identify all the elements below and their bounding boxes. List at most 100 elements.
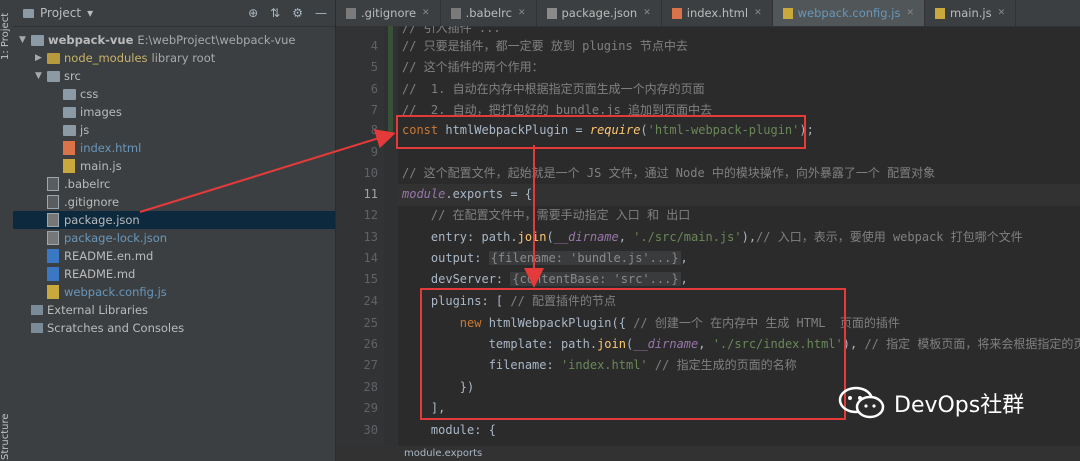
tree-item[interactable]: main.js: [13, 157, 335, 175]
editor-tab[interactable]: .babelrc ✕: [441, 0, 537, 26]
tree-item[interactable]: README.md: [13, 265, 335, 283]
expanded-arrow-icon[interactable]: ▼: [19, 35, 31, 45]
tree-item-path: library root: [151, 51, 216, 65]
breadcrumb-status[interactable]: module.exports: [336, 446, 1080, 461]
file-icon: [671, 7, 682, 19]
tree-item[interactable]: .gitignore: [13, 193, 335, 211]
code-line-27: filename: 'index.html' // 指定生成的页面的名称: [402, 358, 797, 372]
file-icon: [935, 7, 945, 19]
tree-item[interactable]: package.json: [13, 211, 335, 229]
json-file-icon: [47, 213, 59, 227]
watermark-text: DevOps社群: [894, 393, 1025, 418]
tool-window-strip: 1: Project Structure: [0, 0, 14, 461]
tree-item-label: Scratches and Consoles: [47, 321, 185, 335]
tree-item-label: webpack.config.js: [64, 285, 167, 299]
code-line-26: template: path.join(__dirname, './src/in…: [402, 337, 1080, 351]
folder-icon: [47, 70, 60, 82]
tree-item[interactable]: External Libraries: [13, 301, 335, 319]
folder-icon: [47, 52, 60, 64]
tree-item-label: index.html: [80, 141, 142, 155]
line-number: 13: [363, 230, 378, 244]
code-line-10: // 这个配置文件，起始就是一个 JS 文件，通过 Node 中的模块操作，向外…: [402, 166, 936, 180]
close-icon[interactable]: ✕: [754, 8, 762, 18]
tree-item-label: webpack-vue: [48, 33, 134, 47]
code-line-14: output: {filename: 'bundle.js'...},: [402, 251, 688, 265]
editor-tab[interactable]: webpack.config.js ✕: [772, 0, 925, 26]
tree-item-label: images: [80, 105, 122, 119]
code-line-30: module: {: [402, 423, 496, 437]
tree-item[interactable]: images: [13, 103, 335, 121]
tree-item[interactable]: css: [13, 85, 335, 103]
editor-tab[interactable]: main.js ✕: [925, 0, 1017, 26]
expanded-arrow-icon[interactable]: ▼: [35, 71, 47, 81]
collapsed-arrow-icon[interactable]: ▶: [35, 53, 47, 63]
folder-icon: [31, 34, 44, 46]
locate-icon[interactable]: ⊕: [248, 6, 258, 20]
tab-label: index.html: [686, 6, 749, 20]
close-icon[interactable]: ✕: [998, 8, 1006, 18]
html-file-icon: [63, 141, 75, 155]
wechat-icon: [838, 386, 885, 419]
gear-icon[interactable]: ⚙: [292, 6, 303, 20]
code-line-15: devServer: {contentBase: 'src'...},: [402, 272, 688, 286]
project-view-title[interactable]: Project: [40, 6, 81, 20]
tree-item[interactable]: webpack.config.js: [13, 283, 335, 301]
tree-item[interactable]: .babelrc: [13, 175, 335, 193]
js-file-icon: [63, 159, 75, 173]
code-line-24: plugins: [ // 配置插件的节点: [402, 294, 617, 308]
tree-item-label: js: [80, 123, 90, 137]
line-number: 12: [363, 208, 378, 222]
folded-region[interactable]: {contentBase: 'src'...}: [510, 272, 681, 286]
tree-item[interactable]: package-lock.json: [13, 229, 335, 247]
line-number: 27: [363, 358, 378, 372]
tree-item[interactable]: ▼ webpack-vue E:\webProject\webpack-vue: [13, 31, 335, 49]
code-line-6: // 1. 自动在内存中根据指定页面生成一个内存的页面: [402, 82, 705, 96]
code-line-5: // 这个插件的两个作用：: [402, 60, 544, 74]
line-number: 5: [370, 60, 378, 74]
tree-item-label: main.js: [80, 159, 122, 173]
project-tool-button[interactable]: 1: Project: [0, 6, 13, 66]
line-number: 6: [370, 82, 378, 96]
tab-label: package.json: [561, 6, 638, 20]
tree-item[interactable]: js: [13, 121, 335, 139]
tree-item-label: README.en.md: [64, 249, 154, 263]
editor-tabs: .gitignore ✕ .babelrc ✕ package.json ✕ index.h…: [336, 0, 1080, 27]
file-icon: [782, 7, 793, 19]
tree-item[interactable]: README.en.md: [13, 247, 335, 265]
tab-label: .babelrc: [465, 6, 512, 20]
line-number: 28: [363, 380, 378, 394]
tree-item-label: node_modules: [64, 51, 148, 65]
tree-item-label: External Libraries: [47, 303, 149, 317]
editor-tab[interactable]: index.html ✕: [662, 0, 773, 26]
watermark: DevOps社群: [838, 386, 1024, 420]
chevron-down-icon[interactable]: ▾: [87, 6, 93, 20]
tree-item[interactable]: ▼ src: [13, 67, 335, 85]
tree-item-label: .gitignore: [64, 195, 120, 209]
close-icon[interactable]: ✕: [422, 8, 430, 18]
tree-item[interactable]: ▶ node_modules library root: [13, 49, 335, 67]
scratches-icon: [31, 323, 43, 333]
tree-item[interactable]: Scratches and Consoles: [13, 319, 335, 337]
change-marker: [388, 26, 393, 134]
folder-icon: [23, 8, 34, 18]
code-line-29: ],: [402, 401, 446, 415]
tree-item[interactable]: index.html: [13, 139, 335, 157]
line-number: 11: [363, 187, 378, 201]
close-icon[interactable]: ✕: [643, 8, 651, 18]
collapse-icon[interactable]: ⇅: [270, 6, 280, 20]
md-file-icon: [47, 267, 59, 281]
structure-tool-button[interactable]: Structure: [0, 413, 13, 460]
json-file-icon: [47, 231, 59, 245]
close-icon[interactable]: ✕: [518, 8, 526, 18]
tab-label: main.js: [950, 6, 992, 20]
project-toolbar: ⊕ ⇅ ⚙ —: [248, 6, 335, 20]
tree-item-label: .babelrc: [64, 177, 111, 191]
hide-icon[interactable]: —: [315, 6, 327, 20]
line-number: 25: [363, 316, 378, 330]
close-icon[interactable]: ✕: [906, 8, 914, 18]
code-area[interactable]: // 引入插件 ... // 只要是插件，都一定要 放到 plugins 节点中…: [398, 26, 1080, 446]
folded-region[interactable]: {filename: 'bundle.js'...}: [488, 251, 681, 265]
editor-tab[interactable]: .gitignore ✕: [336, 0, 441, 26]
tab-label: .gitignore: [361, 6, 417, 20]
editor-tab[interactable]: package.json ✕: [537, 0, 662, 26]
